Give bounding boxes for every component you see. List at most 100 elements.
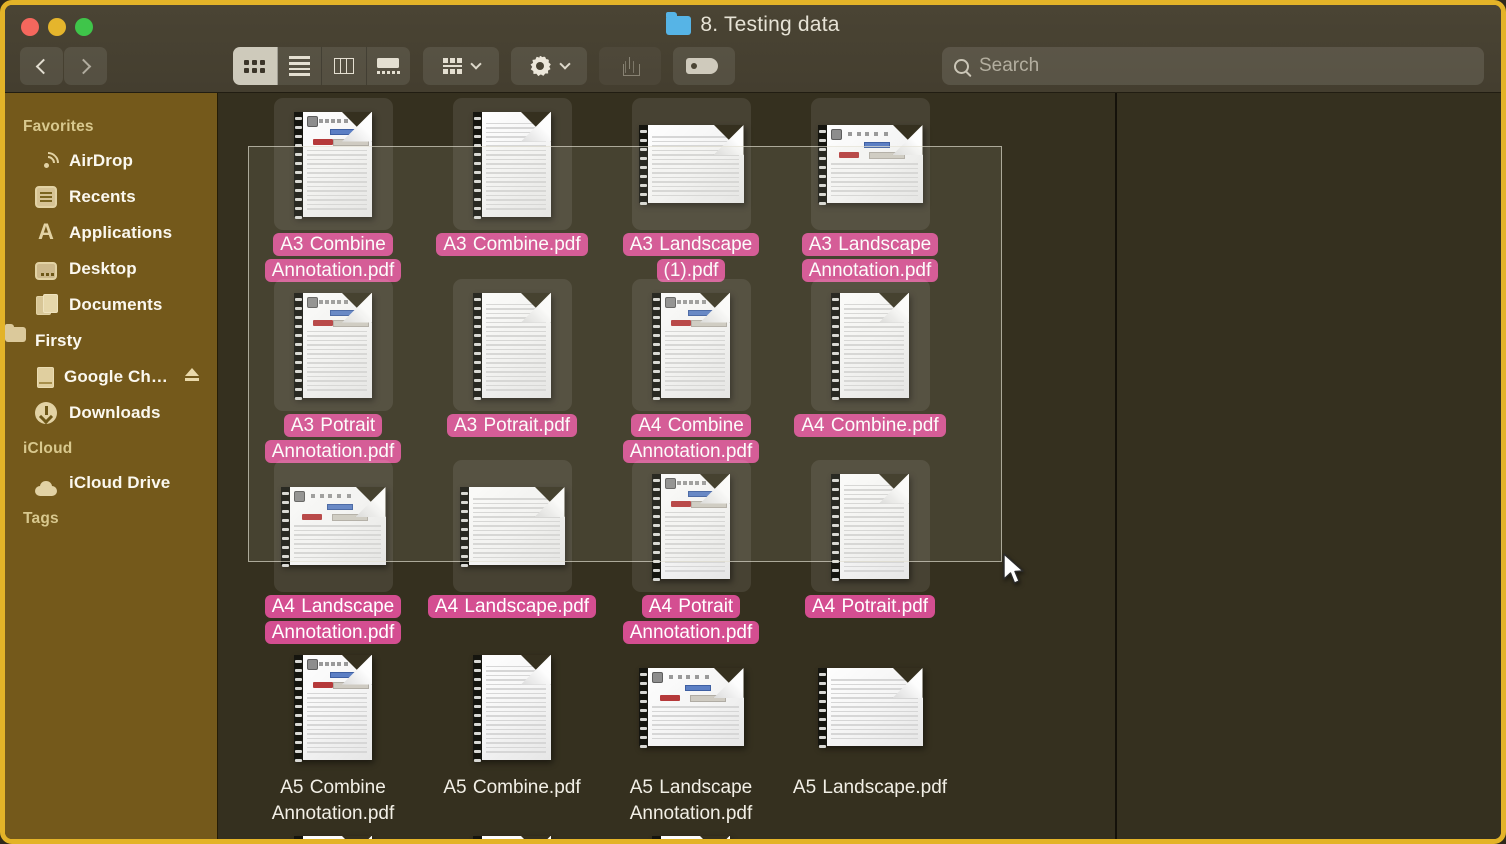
chevron-down-icon — [469, 58, 482, 70]
file-icon[interactable] — [632, 822, 751, 844]
file-item[interactable] — [781, 822, 959, 839]
sidebar-item-desktop[interactable]: Desktop — [5, 251, 217, 287]
file-icon[interactable] — [631, 98, 751, 230]
binding-spine — [459, 487, 469, 567]
file-name[interactable]: A5 Landscape Annotation.pdf — [605, 775, 777, 827]
minimize-button[interactable] — [48, 18, 66, 36]
file-icon[interactable] — [811, 641, 930, 773]
file-name[interactable]: A5 Combine.pdf — [436, 775, 587, 801]
file-icon[interactable] — [631, 279, 751, 411]
file-item[interactable]: A4 Combine Annotation.pdf — [602, 279, 780, 465]
applications-icon — [35, 219, 57, 245]
file-item[interactable]: A4 Potrait Annotation.pdf — [602, 460, 780, 646]
sidebar-item-google-ch[interactable]: Google Ch… — [5, 359, 217, 395]
eject-icon[interactable] — [185, 368, 199, 381]
file-icon[interactable] — [810, 98, 930, 230]
file-item[interactable]: A3 Combine Annotation.pdf — [244, 98, 422, 284]
list-view-button[interactable] — [278, 47, 322, 85]
file-item[interactable]: A5 Landscape.pdf — [781, 641, 959, 801]
file-name[interactable]: A4 Combine.pdf — [794, 413, 946, 439]
file-icon[interactable] — [810, 279, 930, 411]
search-input[interactable] — [979, 55, 1472, 77]
file-icon[interactable] — [452, 460, 572, 592]
file-item[interactable]: A3 Combine.pdf — [423, 98, 601, 258]
search-field[interactable] — [942, 47, 1484, 85]
tags-button[interactable] — [673, 47, 735, 85]
binding-spine — [817, 668, 827, 748]
file-name[interactable]: A5 Combine Annotation.pdf — [247, 775, 419, 827]
file-icon[interactable] — [632, 641, 751, 773]
file-item[interactable] — [423, 822, 601, 839]
file-name-text: A4 Combine Annotation.pdf — [622, 414, 760, 463]
sidebar-item-label: AirDrop — [69, 151, 133, 170]
file-item[interactable] — [602, 822, 780, 844]
sidebar-item-icloud-drive[interactable]: iCloud Drive — [5, 465, 217, 501]
binding-spine — [638, 668, 648, 748]
pdf-thumbnail — [652, 835, 730, 844]
group-by-button[interactable] — [423, 47, 499, 85]
file-icon[interactable] — [631, 460, 751, 592]
file-icon[interactable] — [273, 460, 393, 592]
binding-spine — [652, 292, 661, 400]
file-item[interactable]: A4 Landscape Annotation.pdf — [244, 460, 422, 646]
sidebar[interactable]: Favorites AirDrop Recents Applications Deskt… — [5, 93, 218, 839]
file-grid[interactable]: A3 Combine Annotation.pdf A3 Combine.pdf A… — [218, 93, 1115, 844]
file-name[interactable]: A3 Combine.pdf — [436, 232, 588, 258]
file-item[interactable]: A3 Potrait.pdf — [423, 279, 601, 439]
share-button[interactable] — [599, 47, 661, 85]
file-item[interactable]: A4 Landscape.pdf — [423, 460, 601, 620]
file-name[interactable]: A4 Combine Annotation.pdf — [605, 413, 777, 465]
file-icon[interactable] — [453, 641, 572, 773]
binding-spine — [294, 835, 303, 839]
file-name[interactable]: A4 Landscape.pdf — [427, 594, 597, 620]
icon-view-button[interactable] — [233, 47, 278, 85]
file-item[interactable]: A4 Combine.pdf — [781, 279, 959, 439]
file-item[interactable]: A3 Landscape Annotation.pdf — [781, 98, 959, 284]
annotation-toolbar — [665, 840, 725, 844]
gallery-view-button[interactable] — [367, 47, 411, 85]
sidebar-item-airdrop[interactable]: AirDrop — [5, 143, 217, 179]
sidebar-item-applications[interactable]: Applications — [5, 215, 217, 251]
chevron-right-icon — [75, 58, 92, 74]
binding-spine — [294, 292, 303, 400]
file-icon[interactable] — [810, 460, 930, 592]
file-name[interactable]: A3 Potrait.pdf — [446, 413, 578, 439]
file-icon[interactable] — [274, 641, 393, 773]
file-icon[interactable] — [274, 822, 393, 839]
file-name[interactable]: A4 Potrait Annotation.pdf — [605, 594, 777, 646]
action-menu-button[interactable] — [511, 47, 587, 85]
back-button[interactable] — [20, 47, 63, 85]
file-icon[interactable] — [453, 822, 572, 839]
file-name[interactable]: A3 Landscape (1).pdf — [605, 232, 777, 284]
zoom-button[interactable] — [75, 18, 93, 36]
forward-button[interactable] — [64, 47, 107, 85]
sidebar-item-recents[interactable]: Recents — [5, 179, 217, 215]
file-icon[interactable] — [811, 822, 930, 839]
file-item[interactable]: A5 Combine.pdf — [423, 641, 601, 801]
file-item[interactable]: A5 Landscape Annotation.pdf — [602, 641, 780, 827]
file-item[interactable]: A3 Potrait Annotation.pdf — [244, 279, 422, 465]
file-name[interactable]: A3 Landscape Annotation.pdf — [784, 232, 956, 284]
sidebar-item-downloads[interactable]: Downloads — [5, 395, 217, 431]
file-icon[interactable] — [273, 279, 393, 411]
pdf-thumbnail — [831, 292, 909, 400]
sidebar-item-firsty[interactable]: Firsty — [5, 323, 217, 359]
file-name[interactable]: A3 Combine Annotation.pdf — [247, 232, 419, 284]
pdf-thumbnail — [280, 487, 386, 567]
file-item[interactable] — [244, 822, 422, 839]
file-name[interactable]: A4 Landscape Annotation.pdf — [247, 594, 419, 646]
file-item[interactable]: A4 Potrait.pdf — [781, 460, 959, 620]
sidebar-item-documents[interactable]: Documents — [5, 287, 217, 323]
column-view-button[interactable] — [322, 47, 367, 85]
window-title-group: 8. Testing data — [5, 11, 1501, 37]
file-icon[interactable] — [273, 98, 393, 230]
content-area[interactable]: A3 Combine Annotation.pdf A3 Combine.pdf A… — [218, 93, 1501, 844]
file-name[interactable]: A4 Potrait.pdf — [804, 594, 936, 620]
file-item[interactable]: A3 Landscape (1).pdf — [602, 98, 780, 284]
file-item[interactable]: A5 Combine Annotation.pdf — [244, 641, 422, 827]
close-button[interactable] — [21, 18, 39, 36]
file-name[interactable]: A5 Landscape.pdf — [786, 775, 954, 801]
file-name[interactable]: A3 Potrait Annotation.pdf — [247, 413, 419, 465]
file-icon[interactable] — [452, 98, 572, 230]
file-icon[interactable] — [452, 279, 572, 411]
